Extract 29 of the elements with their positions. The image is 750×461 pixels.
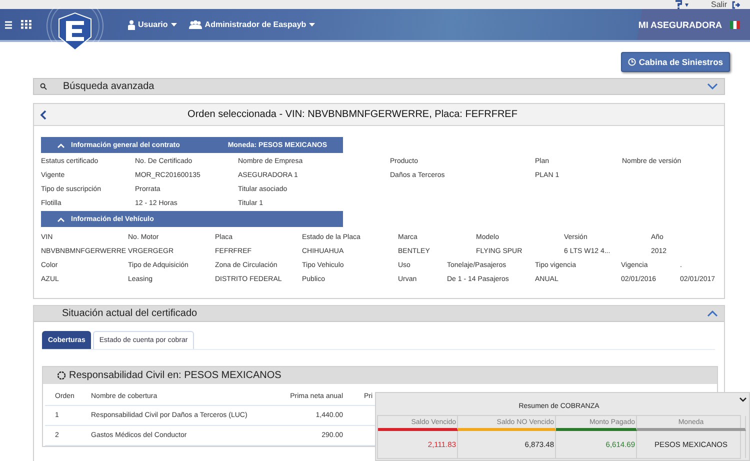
back-icon[interactable] [40, 110, 47, 120]
advanced-search-bar[interactable]: Búsqueda avanzada [33, 78, 725, 95]
caret-up-icon[interactable] [57, 216, 65, 222]
refresh-icon [57, 371, 66, 380]
chevron-down-icon[interactable] [739, 397, 747, 402]
company-name: MI ASEGURADORA [638, 20, 722, 30]
logout-icon [732, 0, 740, 8]
users-icon [188, 20, 202, 29]
logout-link[interactable]: Salir [710, 0, 740, 9]
flag-icon [730, 20, 740, 28]
search-icon [40, 83, 47, 90]
caret-icon [170, 22, 177, 26]
panel-title: Situación actual del certificado [62, 308, 198, 319]
menu-icon[interactable] [5, 20, 12, 28]
apps-grid-icon[interactable] [21, 20, 32, 29]
company-logo [44, 7, 106, 51]
coverage-title: Responsabilidad Civil en: PESOS MEXICANOS [69, 370, 282, 381]
user-menu[interactable]: Usuario [128, 20, 177, 30]
caret-icon [309, 22, 316, 26]
panel-title: Búsqueda avanzada [63, 81, 156, 92]
help-icon [674, 0, 682, 9]
claims-cabin-button[interactable]: Cabina de Siniestros [620, 52, 730, 72]
clock-icon [628, 58, 636, 66]
collapse-chevron-icon[interactable] [707, 310, 718, 317]
expand-chevron-icon[interactable] [707, 83, 718, 90]
caret-up-icon[interactable] [57, 142, 65, 148]
user-menu[interactable]: Administrador de Easpayb [188, 20, 316, 30]
order-title: Orden seleccionada - VIN: NBVBNBMNFGERWERRE, Placa: FEFRFREF [186, 109, 518, 120]
user-icon [128, 20, 135, 30]
